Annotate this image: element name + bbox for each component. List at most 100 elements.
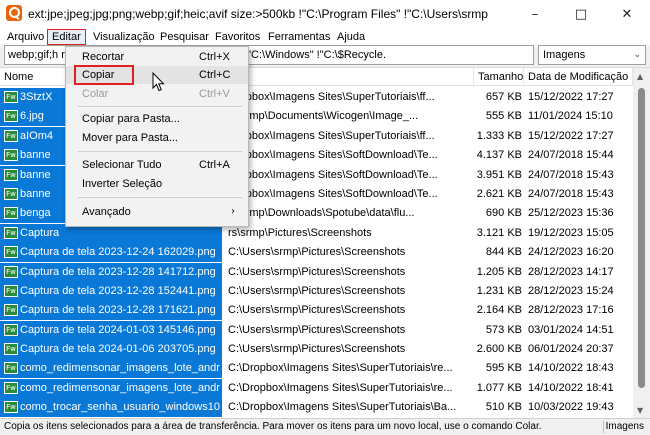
file-name: como_redimensonar_imagens_lote_androi... (20, 362, 220, 375)
cell-modified: 28/12/2023 17:16 (528, 304, 614, 317)
cell-modified: 14/10/2022 18:43 (528, 362, 614, 375)
cell-size: 573 KB (485, 323, 522, 336)
cell-size: 1.231 KB (476, 284, 522, 297)
cell-path: Dropbox\Imagens Sites\SuperTutoriais\ff.… (228, 129, 435, 142)
table-row[interactable]: Fw Captura de tela 2023-12-28 171621.png C… (0, 301, 633, 321)
title-bar: ext:jpe;jpeg;jpg;png;webp;gif;heic;avif … (0, 0, 650, 28)
menu-separator (78, 197, 242, 198)
image-file-icon: Fw (4, 323, 18, 336)
scroll-up-icon[interactable]: ▲ (637, 72, 643, 81)
file-name: Captura de tela 2024-01-06 203705.png (20, 343, 216, 356)
close-button[interactable]: ✕ (604, 0, 650, 28)
cell-path: C:\Dropbox\Imagens Sites\SuperTutoriais\… (228, 381, 453, 394)
cell-path: rs\srmp\Documents\Wicogen\Image_... (228, 110, 419, 123)
cell-size: 2.621 KB (476, 187, 522, 200)
cell-size: 2.164 KB (476, 304, 522, 317)
table-row[interactable]: Fw Captura de tela 2023-12-24 162029.png C… (0, 243, 633, 263)
menu-ajuda[interactable]: Ajuda (333, 29, 369, 45)
scroll-down-icon[interactable]: ▼ (637, 406, 643, 415)
maximize-button[interactable]: □ (558, 0, 604, 28)
cell-path: C:\Users\srmp\Pictures\Screenshots (228, 284, 406, 297)
menu-arquivo[interactable]: Arquivo (3, 29, 48, 45)
cell-modified: 28/12/2023 15:24 (528, 284, 614, 297)
image-file-icon: Fw (4, 304, 18, 317)
cell-modified: 28/12/2023 14:17 (528, 265, 614, 278)
file-name: como_trocar_senha_usuario_windows10_1... (20, 401, 220, 414)
cell-name[interactable]: Fw como_redimensonar_imagens_lote_androi.… (0, 378, 222, 398)
menu-favoritos[interactable]: Favoritos (211, 29, 264, 45)
image-file-icon: Fw (4, 129, 18, 142)
menu-item-label: Colar (82, 88, 109, 100)
cell-name[interactable]: Fw Captura de tela 2023-12-28 141712.png (0, 262, 222, 282)
cell-modified: 06/01/2024 20:37 (528, 343, 614, 356)
cell-size: 2.600 KB (476, 343, 522, 356)
menu-item-selecionar-tudo[interactable]: Selecionar Tudo Ctrl+A (66, 156, 248, 174)
menu-item-copiar-para-pasta[interactable]: Copiar para Pasta... (66, 110, 248, 128)
menu-item-shortcut: Ctrl+A (199, 159, 230, 171)
image-file-icon: Fw (4, 284, 18, 297)
vertical-scrollbar[interactable]: ▲ ▼ (633, 68, 650, 419)
menu-item-inverter-selecao[interactable]: Inverter Seleção (66, 175, 248, 193)
cell-modified: 15/12/2022 17:27 (528, 129, 614, 142)
menu-item-label: Avançado (82, 206, 131, 218)
image-file-icon: Fw (4, 265, 18, 278)
cell-path: Dropbox\Imagens Sites\SoftDownload\Te... (228, 187, 438, 200)
cell-modified: 24/07/2018 15:44 (528, 149, 614, 162)
minimize-button[interactable]: – (512, 0, 558, 28)
chevron-down-icon: ⌄ (633, 50, 641, 60)
image-file-icon: Fw (4, 187, 18, 200)
menu-separator (78, 151, 242, 152)
cell-name[interactable]: Fw Captura de tela 2023-12-28 171621.png (0, 301, 222, 321)
cell-size: 4.137 KB (476, 149, 522, 162)
scrollbar-thumb[interactable] (638, 88, 645, 388)
image-file-icon: Fw (4, 91, 18, 103)
table-row[interactable]: Fwcomo_trocar_senha_usuario_windows10_1.… (0, 398, 633, 418)
image-file-icon: Fw (4, 110, 18, 123)
submenu-arrow-icon: › (231, 206, 235, 217)
menu-pesquisar[interactable]: Pesquisar (156, 29, 213, 45)
cell-modified: 25/12/2023 15:36 (528, 207, 614, 220)
menu-visualizacao[interactable]: Visualização (89, 29, 159, 45)
menu-item-shortcut: Ctrl+X (199, 51, 230, 63)
status-message: Copia os itens selecionados para a área … (4, 421, 542, 432)
status-mode: Imagens (605, 421, 644, 432)
image-file-icon: Fw (4, 362, 18, 375)
table-row[interactable]: Fw como_redimensonar_imagens_lote_androi.… (0, 359, 633, 379)
cell-name[interactable]: Fw Captura de tela 2024-01-06 203705.png (0, 340, 222, 360)
cell-modified: 15/12/2022 17:27 (528, 91, 614, 103)
table-row[interactable]: Fw Captura de tela 2024-01-06 203705.png C… (0, 340, 633, 360)
cell-size: 3.121 KB (476, 226, 522, 239)
image-file-icon: Fw (4, 343, 18, 356)
cell-name[interactable]: Fw Captura de tela 2023-12-24 162029.png (0, 243, 222, 263)
table-row[interactable]: Fw Captura de tela 2023-12-28 141712.png C… (0, 262, 633, 282)
image-file-icon: Fw (4, 149, 18, 162)
cell-name[interactable]: Fw Captura de tela 2023-12-28 152441.png (0, 281, 222, 301)
menu-item-mover-para-pasta[interactable]: Mover para Pasta... (66, 129, 248, 147)
table-row[interactable]: Fw Captura de tela 2024-01-03 145146.png C… (0, 320, 633, 340)
menu-ferramentas[interactable]: Ferramentas (264, 29, 334, 45)
cell-modified: 11/01/2024 15:10 (528, 110, 613, 123)
menu-item-avancado[interactable]: Avançado › (66, 203, 248, 221)
table-row[interactable]: Fw Captura de tela 2023-12-28 152441.png C… (0, 281, 633, 301)
image-file-icon: Fw (4, 168, 18, 181)
cell-size: 1.333 KB (476, 129, 522, 142)
cell-name[interactable]: Fw como_redimensonar_imagens_lote_androi.… (0, 359, 222, 379)
cell-name[interactable]: Fw Captura de tela 2024-01-03 145146.png (0, 320, 222, 340)
image-file-icon: Fw (4, 226, 18, 239)
image-file-icon: Fw (4, 401, 18, 414)
cell-path: C:\Users\srmp\Pictures\Screenshots (228, 323, 406, 336)
menu-item-shortcut: Ctrl+V (199, 88, 230, 100)
cell-modified: 19/12/2023 15:05 (528, 226, 614, 239)
cell-name[interactable]: Fwcomo_trocar_senha_usuario_windows10_1.… (0, 398, 222, 418)
window-title: ext:jpe;jpeg;jpg;png;webp;gif;heic;avif … (28, 7, 488, 21)
column-header-size[interactable]: Tamanho (474, 68, 524, 86)
menu-item-recortar[interactable]: Recortar Ctrl+X (66, 48, 248, 66)
cell-path: rs\srmp\Downloads\Spotube\data\flu... (228, 207, 415, 220)
cell-size: 690 KB (485, 207, 522, 220)
menu-editar[interactable]: Editar (47, 29, 86, 45)
table-row[interactable]: Fw como_redimensonar_imagens_lote_androi.… (0, 378, 633, 398)
type-filter-select[interactable]: Imagens ⌄ (538, 45, 646, 65)
column-header-modified[interactable]: Data de Modificação (524, 68, 633, 86)
column-header-path[interactable]: ho (224, 68, 474, 86)
copy-highlight-box (74, 65, 134, 85)
